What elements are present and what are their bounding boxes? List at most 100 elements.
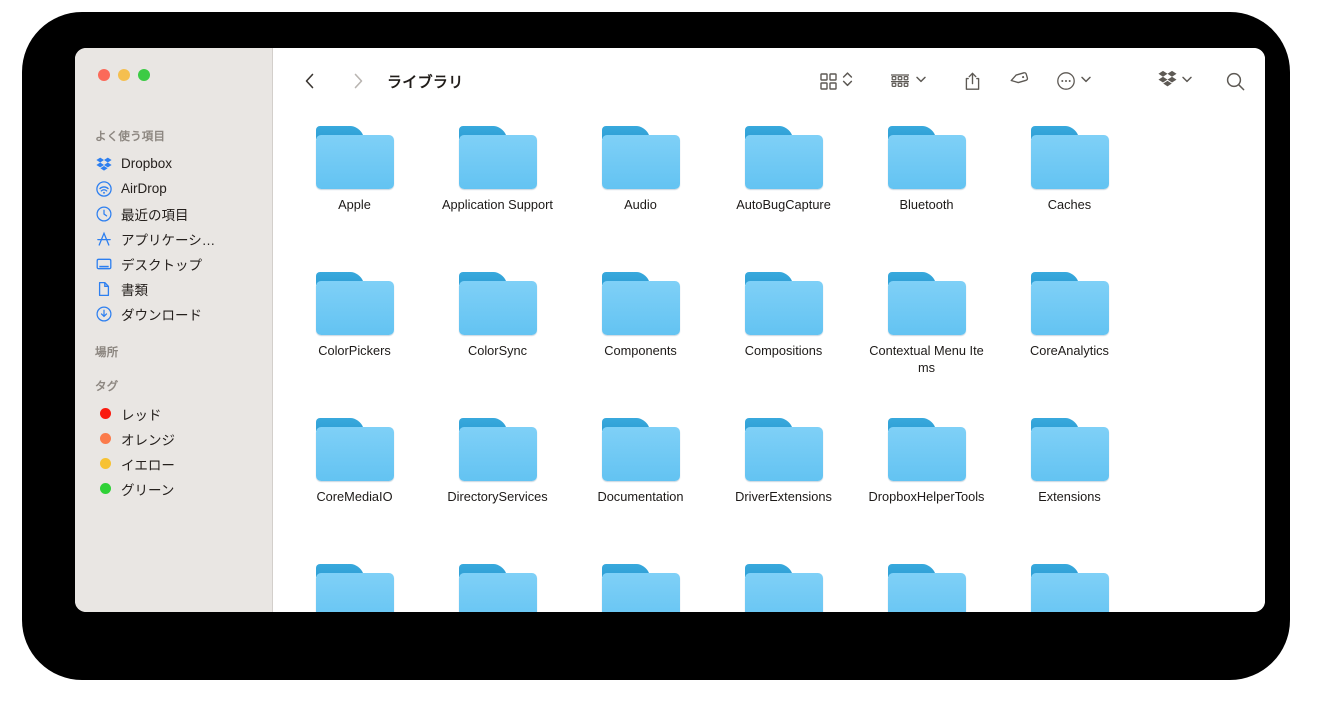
- file-name: ColorSync: [467, 343, 528, 358]
- sidebar-item-recents[interactable]: 最近の項目: [75, 201, 272, 226]
- sidebar-item-label: 最近の項目: [121, 207, 189, 223]
- folder-icon: [458, 126, 537, 189]
- file-item[interactable]: DriverExtensions: [712, 406, 855, 552]
- window-controls: [98, 69, 150, 81]
- file-name: Audio: [624, 197, 657, 212]
- sidebar: よく使う項目 Dropbox AirDrop 最近の項目 アプリケーシ… デスク…: [75, 48, 273, 612]
- file-item[interactable]: Extensions: [998, 406, 1141, 552]
- file-item[interactable]: [283, 552, 426, 612]
- file-name: ColorPickers: [318, 343, 391, 358]
- folder-icon: [601, 272, 680, 335]
- file-name: CoreAnalytics: [1030, 343, 1109, 358]
- tag-dot-icon: [95, 430, 112, 447]
- forward-button[interactable]: [343, 66, 373, 96]
- tag-button[interactable]: [1003, 66, 1035, 96]
- file-item[interactable]: Compositions: [712, 260, 855, 406]
- file-item[interactable]: Documentation: [569, 406, 712, 552]
- file-item[interactable]: Apple: [283, 114, 426, 260]
- file-name: Contextual Menu Items: [869, 343, 984, 375]
- group-by-button[interactable]: [884, 66, 932, 96]
- file-grid[interactable]: Apple Application Support Audio AutoBugC…: [273, 114, 1265, 612]
- folder-icon: [1030, 272, 1109, 335]
- close-button[interactable]: [98, 69, 110, 81]
- sidebar-item-downloads[interactable]: ダウンロード: [75, 301, 272, 326]
- dropbox-menu-button[interactable]: [1153, 66, 1198, 96]
- file-item[interactable]: DropboxHelperTools: [855, 406, 998, 552]
- sidebar-item-tag-green[interactable]: グリーン: [75, 476, 272, 501]
- file-item[interactable]: CoreMediaIO: [283, 406, 426, 552]
- folder-icon: [744, 564, 823, 612]
- page-title: ライブラリ: [387, 73, 464, 91]
- file-item[interactable]: Bluetooth: [855, 114, 998, 260]
- clock-icon: [95, 205, 112, 222]
- back-button[interactable]: [295, 66, 325, 96]
- file-item[interactable]: [712, 552, 855, 612]
- file-name: DriverExtensions: [735, 489, 832, 504]
- folder-icon: [887, 126, 966, 189]
- minimize-button[interactable]: [118, 69, 130, 81]
- sidebar-item-label: グリーン: [121, 482, 175, 498]
- tag-dot-icon: [95, 480, 112, 497]
- sidebar-item-label: アプリケーシ…: [121, 232, 216, 248]
- sidebar-item-label: オレンジ: [121, 432, 175, 448]
- dropbox-icon: [95, 155, 112, 172]
- sidebar-item-tag-red[interactable]: レッド: [75, 401, 272, 426]
- sidebar-item-documents[interactable]: 書類: [75, 276, 272, 301]
- applications-icon: [95, 230, 112, 247]
- file-grid-row: Apple Application Support Audio AutoBugC…: [283, 114, 1265, 260]
- file-item[interactable]: [426, 552, 569, 612]
- file-name: Bluetooth: [899, 197, 954, 212]
- finder-window: よく使う項目 Dropbox AirDrop 最近の項目 アプリケーシ… デスク…: [75, 48, 1265, 612]
- file-item[interactable]: Application Support: [426, 114, 569, 260]
- sidebar-group-title-tags: タグ: [95, 381, 119, 393]
- more-actions-button[interactable]: [1051, 66, 1097, 96]
- tag-dot-icon: [95, 455, 112, 472]
- file-item[interactable]: CoreAnalytics: [998, 260, 1141, 406]
- file-name: Caches: [1047, 197, 1092, 212]
- sidebar-item-label: イエロー: [121, 457, 175, 473]
- sidebar-group-title-locations: 場所: [95, 347, 119, 359]
- file-name: Apple: [338, 197, 371, 212]
- sidebar-item-applications[interactable]: アプリケーシ…: [75, 226, 272, 251]
- maximize-button[interactable]: [138, 69, 150, 81]
- sidebar-item-tag-yellow[interactable]: イエロー: [75, 451, 272, 476]
- file-grid-row: CoreMediaIO DirectoryServices Documentat…: [283, 406, 1265, 552]
- sidebar-group-title-favorites: よく使う項目: [95, 131, 166, 143]
- folder-icon: [601, 418, 680, 481]
- sidebar-item-label: デスクトップ: [121, 257, 202, 273]
- file-name: Components: [604, 343, 677, 358]
- file-item[interactable]: [569, 552, 712, 612]
- file-item[interactable]: Contextual Menu Items: [855, 260, 998, 406]
- file-item[interactable]: DirectoryServices: [426, 406, 569, 552]
- folder-icon: [315, 418, 394, 481]
- airdrop-icon: [95, 180, 112, 197]
- file-item[interactable]: AutoBugCapture: [712, 114, 855, 260]
- file-item[interactable]: Audio: [569, 114, 712, 260]
- search-button[interactable]: [1220, 66, 1251, 96]
- file-item[interactable]: Caches: [998, 114, 1141, 260]
- sidebar-item-tag-orange[interactable]: オレンジ: [75, 426, 272, 451]
- share-button[interactable]: [958, 66, 987, 96]
- folder-icon: [744, 418, 823, 481]
- folder-icon: [887, 418, 966, 481]
- file-name: DirectoryServices: [447, 489, 548, 504]
- icon-view-button[interactable]: [814, 66, 858, 96]
- content-pane: ライブラリ Apple Application Support Audio Au…: [273, 48, 1265, 612]
- sidebar-item-dropbox[interactable]: Dropbox: [75, 151, 272, 176]
- sidebar-scroll-area[interactable]: よく使う項目 Dropbox AirDrop 最近の項目 アプリケーシ… デスク…: [75, 110, 272, 612]
- file-name: CoreMediaIO: [316, 489, 393, 504]
- folder-icon: [744, 272, 823, 335]
- file-item[interactable]: ColorSync: [426, 260, 569, 406]
- folder-icon: [1030, 418, 1109, 481]
- folder-icon: [458, 272, 537, 335]
- file-item[interactable]: [855, 552, 998, 612]
- sidebar-item-desktop[interactable]: デスクトップ: [75, 251, 272, 276]
- folder-icon: [1030, 126, 1109, 189]
- file-item[interactable]: [998, 552, 1141, 612]
- file-item[interactable]: ColorPickers: [283, 260, 426, 406]
- more-actions-chevron-icon: [1080, 72, 1092, 90]
- file-item[interactable]: Components: [569, 260, 712, 406]
- view-sort-chevrons-icon: [842, 69, 853, 94]
- sidebar-item-airdrop[interactable]: AirDrop: [75, 176, 272, 201]
- toolbar-right-group: [814, 48, 1251, 114]
